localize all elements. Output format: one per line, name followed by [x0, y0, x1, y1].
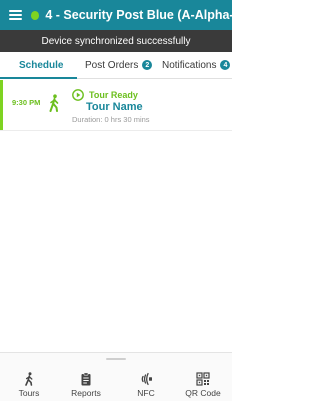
tab-bar: Schedule Post Orders 2 Notifications 4 [0, 52, 232, 79]
tab-post-orders[interactable]: Post Orders 2 [85, 52, 153, 78]
card-status-accent [0, 80, 3, 130]
tour-duration: Duration: 0 hrs 30 mins [72, 115, 150, 124]
walking-icon [25, 372, 33, 386]
app-bar: 4 - Security Post Blue (A-Alpha-X) [0, 0, 232, 30]
tour-name[interactable]: Tour Name [86, 101, 143, 113]
nav-nfc-label: NFC [137, 388, 155, 398]
qr-code-icon [196, 372, 210, 386]
tour-status-label: Tour Ready [89, 90, 138, 100]
page-title: 4 - Security Post Blue (A-Alpha-X) [45, 8, 232, 22]
status-dot [31, 10, 40, 20]
tab-notifications[interactable]: Notifications 4 [162, 52, 231, 78]
nav-reports[interactable]: Reports [61, 372, 111, 398]
menu-icon[interactable] [9, 10, 23, 20]
tab-schedule[interactable]: Schedule [19, 52, 63, 78]
nav-qr-code-label: QR Code [185, 388, 221, 398]
tour-time: 9:30 PM [12, 98, 41, 107]
nav-tours[interactable]: Tours [4, 372, 54, 398]
tab-notifications-label: Notifications [162, 59, 217, 71]
nav-nfc[interactable]: NFC [121, 372, 171, 398]
nfc-icon [141, 372, 152, 386]
nav-tours-label: Tours [18, 388, 40, 398]
sync-status-banner: Device synchronized successfully [0, 30, 232, 52]
post-orders-count-badge: 2 [142, 60, 153, 70]
active-tab-indicator [0, 77, 77, 79]
drag-handle[interactable] [106, 358, 126, 360]
clipboard-icon [81, 372, 91, 386]
play-circle-icon[interactable] [72, 89, 84, 101]
nav-reports-label: Reports [71, 388, 101, 398]
notifications-count-badge: 4 [220, 60, 231, 70]
tab-post-orders-label: Post Orders [85, 59, 139, 71]
tab-schedule-label: Schedule [19, 59, 64, 71]
walking-icon [49, 94, 59, 112]
nav-qr-code[interactable]: QR Code [178, 372, 228, 398]
